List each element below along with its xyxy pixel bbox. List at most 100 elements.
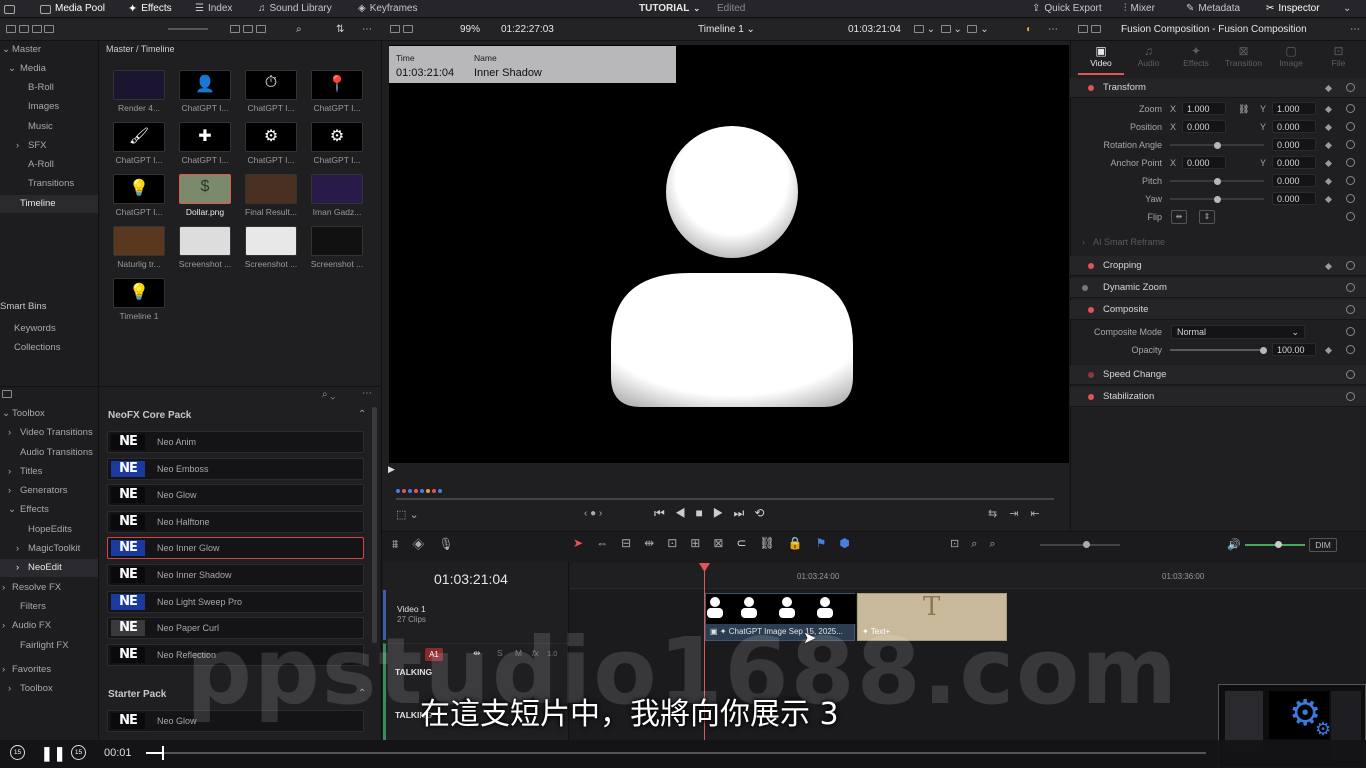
- search-icon[interactable]: ⌕ ⌄: [322, 389, 335, 400]
- player-progress-track[interactable]: [146, 752, 1206, 754]
- viewer-scrubber[interactable]: [396, 498, 1054, 500]
- keyframe-icon[interactable]: [1324, 195, 1333, 204]
- reset-icon[interactable]: [1346, 158, 1355, 167]
- smart-bin-collections[interactable]: Collections: [0, 339, 98, 357]
- panel-toggle-icons[interactable]: [6, 19, 55, 41]
- clip-thumbnail[interactable]: 👤 ChatGPT I...: [177, 70, 233, 113]
- sound-library-button[interactable]: ♫ Sound Library: [258, 0, 332, 18]
- tree-neoedit[interactable]: › NeoEdit: [0, 559, 98, 577]
- viewer-crop-icon[interactable]: ⬚ ⌄: [396, 508, 419, 521]
- tree-filters[interactable]: Filters: [0, 598, 98, 616]
- lock-icon[interactable]: 🔒: [788, 536, 816, 550]
- tree-titles[interactable]: › Titles: [0, 463, 98, 481]
- tree-resolve-fx[interactable]: › Resolve FX: [0, 579, 98, 597]
- overwrite-icon[interactable]: ⊞: [690, 536, 713, 550]
- pack-header-2[interactable]: Starter Pack: [108, 689, 166, 700]
- color-icon[interactable]: ◐: [1026, 19, 1032, 41]
- project-title[interactable]: TUTORIAL ⌄: [639, 0, 700, 18]
- flip-vertical-icon[interactable]: ⇕: [1199, 210, 1215, 224]
- keyframe-icon[interactable]: [1324, 177, 1333, 186]
- enable-dot[interactable]: [1088, 85, 1094, 91]
- effect-item[interactable]: NE Neo Emboss: [107, 457, 364, 480]
- flag-icon[interactable]: ⚑: [816, 536, 840, 550]
- replace-icon[interactable]: ⊠: [713, 536, 736, 550]
- reset-icon[interactable]: [1346, 392, 1355, 401]
- rotation-field[interactable]: 0.000: [1272, 138, 1316, 151]
- reset-icon[interactable]: [1346, 176, 1355, 185]
- tree-images[interactable]: Images: [0, 98, 98, 116]
- viewer-zoom[interactable]: 99%: [460, 19, 480, 41]
- tree-timeline[interactable]: Timeline: [0, 195, 98, 213]
- reset-icon[interactable]: [1346, 305, 1355, 314]
- zoom-x-field[interactable]: 1.000: [1182, 102, 1226, 115]
- tree-master[interactable]: ⌄ Master: [0, 41, 98, 59]
- voiceover-icon[interactable]: 🎙: [438, 537, 467, 551]
- timeline-zoom-knob[interactable]: [1083, 541, 1090, 548]
- play-icon[interactable]: ▶: [713, 506, 734, 520]
- viewer-canvas[interactable]: [389, 45, 1069, 463]
- timeline-zoom-slider[interactable]: [1040, 544, 1120, 546]
- marker-icon[interactable]: ⬢: [839, 536, 862, 550]
- timeline-toolbar[interactable]: ➤⇔⊟⇹⊡⊞⊠⊂⛓🔒⚑⬢: [573, 536, 963, 554]
- ai-smart-reframe-row[interactable]: › AI Smart Reframe: [1070, 233, 1366, 251]
- effects-toggle-icon[interactable]: ◈: [412, 537, 438, 551]
- smart-bin-keywords[interactable]: Keywords: [0, 320, 98, 338]
- effect-item[interactable]: NE Neo Light Sweep Pro: [107, 590, 364, 613]
- tree-sfx[interactable]: › SFX: [0, 137, 98, 155]
- viewer-more-icon[interactable]: ⋯: [1048, 19, 1058, 41]
- clip-thumbnail[interactable]: Naturlig tr...: [111, 226, 167, 269]
- clip-thumbnail[interactable]: 💡 Timeline 1: [111, 278, 167, 321]
- media-pool-button[interactable]: Media Pool: [40, 0, 105, 18]
- slider-knob[interactable]: [1260, 347, 1267, 354]
- quick-export-button[interactable]: ⇪ Quick Export: [1032, 0, 1102, 18]
- tree-effects[interactable]: ⌄ Effects: [0, 501, 98, 519]
- view-mode-icons[interactable]: [230, 19, 266, 41]
- inspector-button[interactable]: ✂ Inspector: [1266, 0, 1320, 18]
- tree-fairlight-fx[interactable]: Fairlight FX: [0, 637, 98, 655]
- keyframe-icon[interactable]: [1324, 84, 1333, 93]
- pause-icon[interactable]: ❚❚: [41, 745, 66, 762]
- inspector-tab[interactable]: ⊡ File: [1316, 44, 1362, 72]
- selection-tool-icon[interactable]: ➤: [573, 536, 596, 550]
- keyframe-icon[interactable]: [1324, 105, 1333, 114]
- effect-item[interactable]: NE Neo Halftone: [107, 510, 364, 533]
- layout-icon[interactable]: ⩩: [392, 537, 412, 551]
- skip-back-button[interactable]: 15: [10, 745, 25, 760]
- clip-thumbnail[interactable]: Final Result...: [243, 174, 299, 217]
- skip-forward-button[interactable]: 15: [71, 745, 86, 760]
- speed-change-section[interactable]: Speed Change: [1070, 365, 1366, 385]
- sort-icon[interactable]: ⇅: [336, 19, 344, 41]
- anchor-y-field[interactable]: 0.000: [1272, 156, 1316, 169]
- enable-dot[interactable]: [1082, 285, 1088, 291]
- slider-knob[interactable]: [1214, 142, 1221, 149]
- inspector-tab[interactable]: ⊠ Transition: [1221, 44, 1267, 72]
- play-marker-icon[interactable]: ▶: [388, 464, 395, 475]
- clip-thumbnail[interactable]: Render 4...: [111, 70, 167, 113]
- loop-icon[interactable]: ⟲: [754, 506, 774, 520]
- transport-controls[interactable]: ⏮◀■▶⏭⟲: [654, 506, 774, 521]
- tree-broll[interactable]: B-Roll: [0, 79, 98, 97]
- keyframe-icon[interactable]: [1324, 123, 1333, 132]
- slider-knob[interactable]: [1214, 196, 1221, 203]
- clip-thumbnail[interactable]: $ Dollar.png: [177, 174, 233, 217]
- effect-item[interactable]: NE Neo Anim: [107, 431, 364, 453]
- position-y-field[interactable]: 0.000: [1272, 120, 1316, 133]
- trim-tool-icon[interactable]: ⇔: [596, 536, 621, 550]
- search-icon[interactable]: ⌕: [296, 19, 302, 41]
- reset-icon[interactable]: [1346, 370, 1355, 379]
- clip-thumbnail[interactable]: Screenshot ...: [243, 226, 299, 269]
- clip-thumbnail[interactable]: ⚙ ChatGPT I...: [243, 122, 299, 165]
- zoom-detail-icon[interactable]: ⌕: [971, 538, 989, 550]
- snap-icon[interactable]: ⊂: [736, 536, 759, 550]
- effect-item[interactable]: NE Neo Inner Shadow: [107, 564, 364, 586]
- opacity-slider[interactable]: [1170, 349, 1264, 351]
- index-button[interactable]: ☰ Index: [195, 0, 232, 18]
- tree-toolbox[interactable]: ⌄ Toolbox: [0, 405, 98, 423]
- metadata-button[interactable]: ✎ Metadata: [1186, 0, 1240, 18]
- yaw-field[interactable]: 0.000: [1272, 192, 1316, 205]
- pitch-field[interactable]: 0.000: [1272, 174, 1316, 187]
- clip-thumbnail[interactable]: ✚ ChatGPT I...: [177, 122, 233, 165]
- volume-knob[interactable]: [1275, 541, 1282, 548]
- more-options-icon[interactable]: ⋯: [362, 388, 372, 399]
- tree-favorites[interactable]: › Favorites: [0, 661, 98, 679]
